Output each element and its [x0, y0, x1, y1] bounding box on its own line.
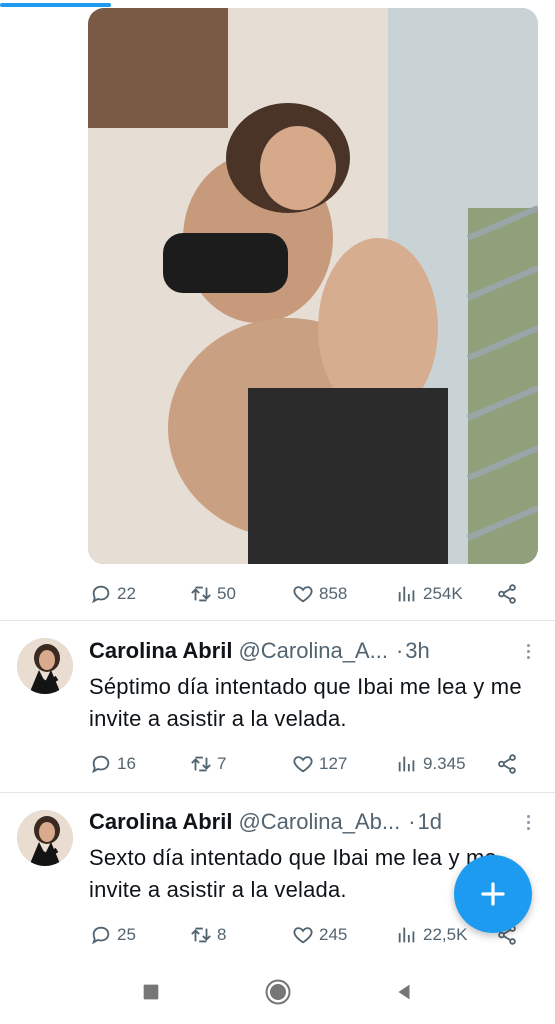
retweet-count: 7 [217, 754, 227, 773]
tweet-time[interactable]: 1d [418, 809, 442, 835]
author-name[interactable]: Carolina Abril [89, 638, 232, 664]
loading-progress-fill [0, 3, 111, 7]
retweet-button[interactable]: 7 [190, 749, 226, 779]
bar-chart-icon [398, 586, 415, 602]
loading-progress-bar [0, 0, 555, 8]
view-count: 22,5K [423, 925, 468, 944]
time-separator: · [408, 809, 416, 834]
retweet-button[interactable]: 8 [190, 920, 226, 950]
more-options-icon[interactable] [520, 636, 536, 666]
square-icon [143, 984, 159, 1000]
share-button[interactable] [496, 579, 518, 609]
like-count: 858 [319, 584, 348, 603]
view-count: 9.345 [423, 754, 466, 773]
share-button[interactable] [496, 749, 518, 779]
reply-count: 22 [117, 584, 136, 603]
circle-icon [265, 979, 291, 1005]
like-count: 245 [319, 925, 348, 944]
tweet-header: Carolina Abril @Carolina_Ab... · 1d [89, 807, 442, 837]
reply-icon [92, 926, 110, 945]
like-button[interactable]: 245 [292, 920, 347, 950]
reply-button[interactable]: 16 [90, 749, 136, 779]
triangle-back-icon [398, 984, 410, 1000]
reply-count: 25 [117, 925, 136, 944]
views-button[interactable]: 22,5K [396, 920, 467, 950]
like-count: 127 [319, 754, 348, 773]
avatar[interactable] [17, 810, 73, 866]
avatar[interactable] [17, 638, 73, 694]
author-handle[interactable]: @Carolina_A... [238, 638, 388, 664]
tweet-actions-bar: 16 7 127 9.345 [88, 749, 528, 779]
compose-tweet-button[interactable] [454, 855, 532, 933]
tweet-media-image[interactable] [88, 8, 538, 564]
system-navigation-bar [0, 960, 555, 1024]
home-button[interactable] [264, 978, 292, 1006]
views-button[interactable]: 254K [396, 579, 463, 609]
reply-icon [92, 755, 110, 774]
heart-icon [293, 756, 313, 773]
tweet-text: Séptimo día intentado que Ibai me lea y … [89, 674, 522, 731]
retweet-icon [191, 756, 211, 772]
views-button[interactable]: 9.345 [396, 749, 466, 779]
reply-icon [92, 585, 110, 604]
recents-button[interactable] [137, 978, 165, 1006]
reply-count: 16 [117, 754, 136, 773]
tweet-actions-bar: 22 50 858 254K [88, 579, 528, 609]
retweet-button[interactable]: 50 [190, 579, 236, 609]
time-separator: · [395, 638, 404, 663]
like-button[interactable]: 858 [292, 579, 347, 609]
heart-icon [293, 927, 313, 944]
tweet-time[interactable]: 3h [405, 638, 429, 664]
more-options-icon[interactable] [520, 807, 536, 837]
view-count: 254K [423, 584, 463, 603]
retweet-icon [191, 927, 211, 943]
plus-icon [481, 882, 505, 906]
back-button[interactable] [390, 978, 418, 1006]
like-button[interactable]: 127 [292, 749, 347, 779]
heart-icon [293, 586, 313, 603]
share-icon [498, 584, 516, 604]
share-icon [498, 754, 516, 774]
reply-button[interactable]: 22 [90, 579, 136, 609]
retweet-count: 50 [217, 584, 236, 603]
retweet-icon [191, 586, 211, 602]
bar-chart-icon [398, 927, 415, 943]
retweet-count: 8 [217, 925, 227, 944]
reply-button[interactable]: 25 [90, 920, 136, 950]
author-name[interactable]: Carolina Abril [89, 809, 232, 835]
tweet-actions-bar: 25 8 245 22,5K [88, 920, 528, 950]
tweet-header: Carolina Abril @Carolina_A... · 3h [89, 636, 430, 666]
tweet-item[interactable]: Carolina Abril @Carolina_A... · 3h Sépti… [0, 621, 555, 792]
bar-chart-icon [398, 756, 415, 772]
author-handle[interactable]: @Carolina_Ab... [238, 809, 400, 835]
